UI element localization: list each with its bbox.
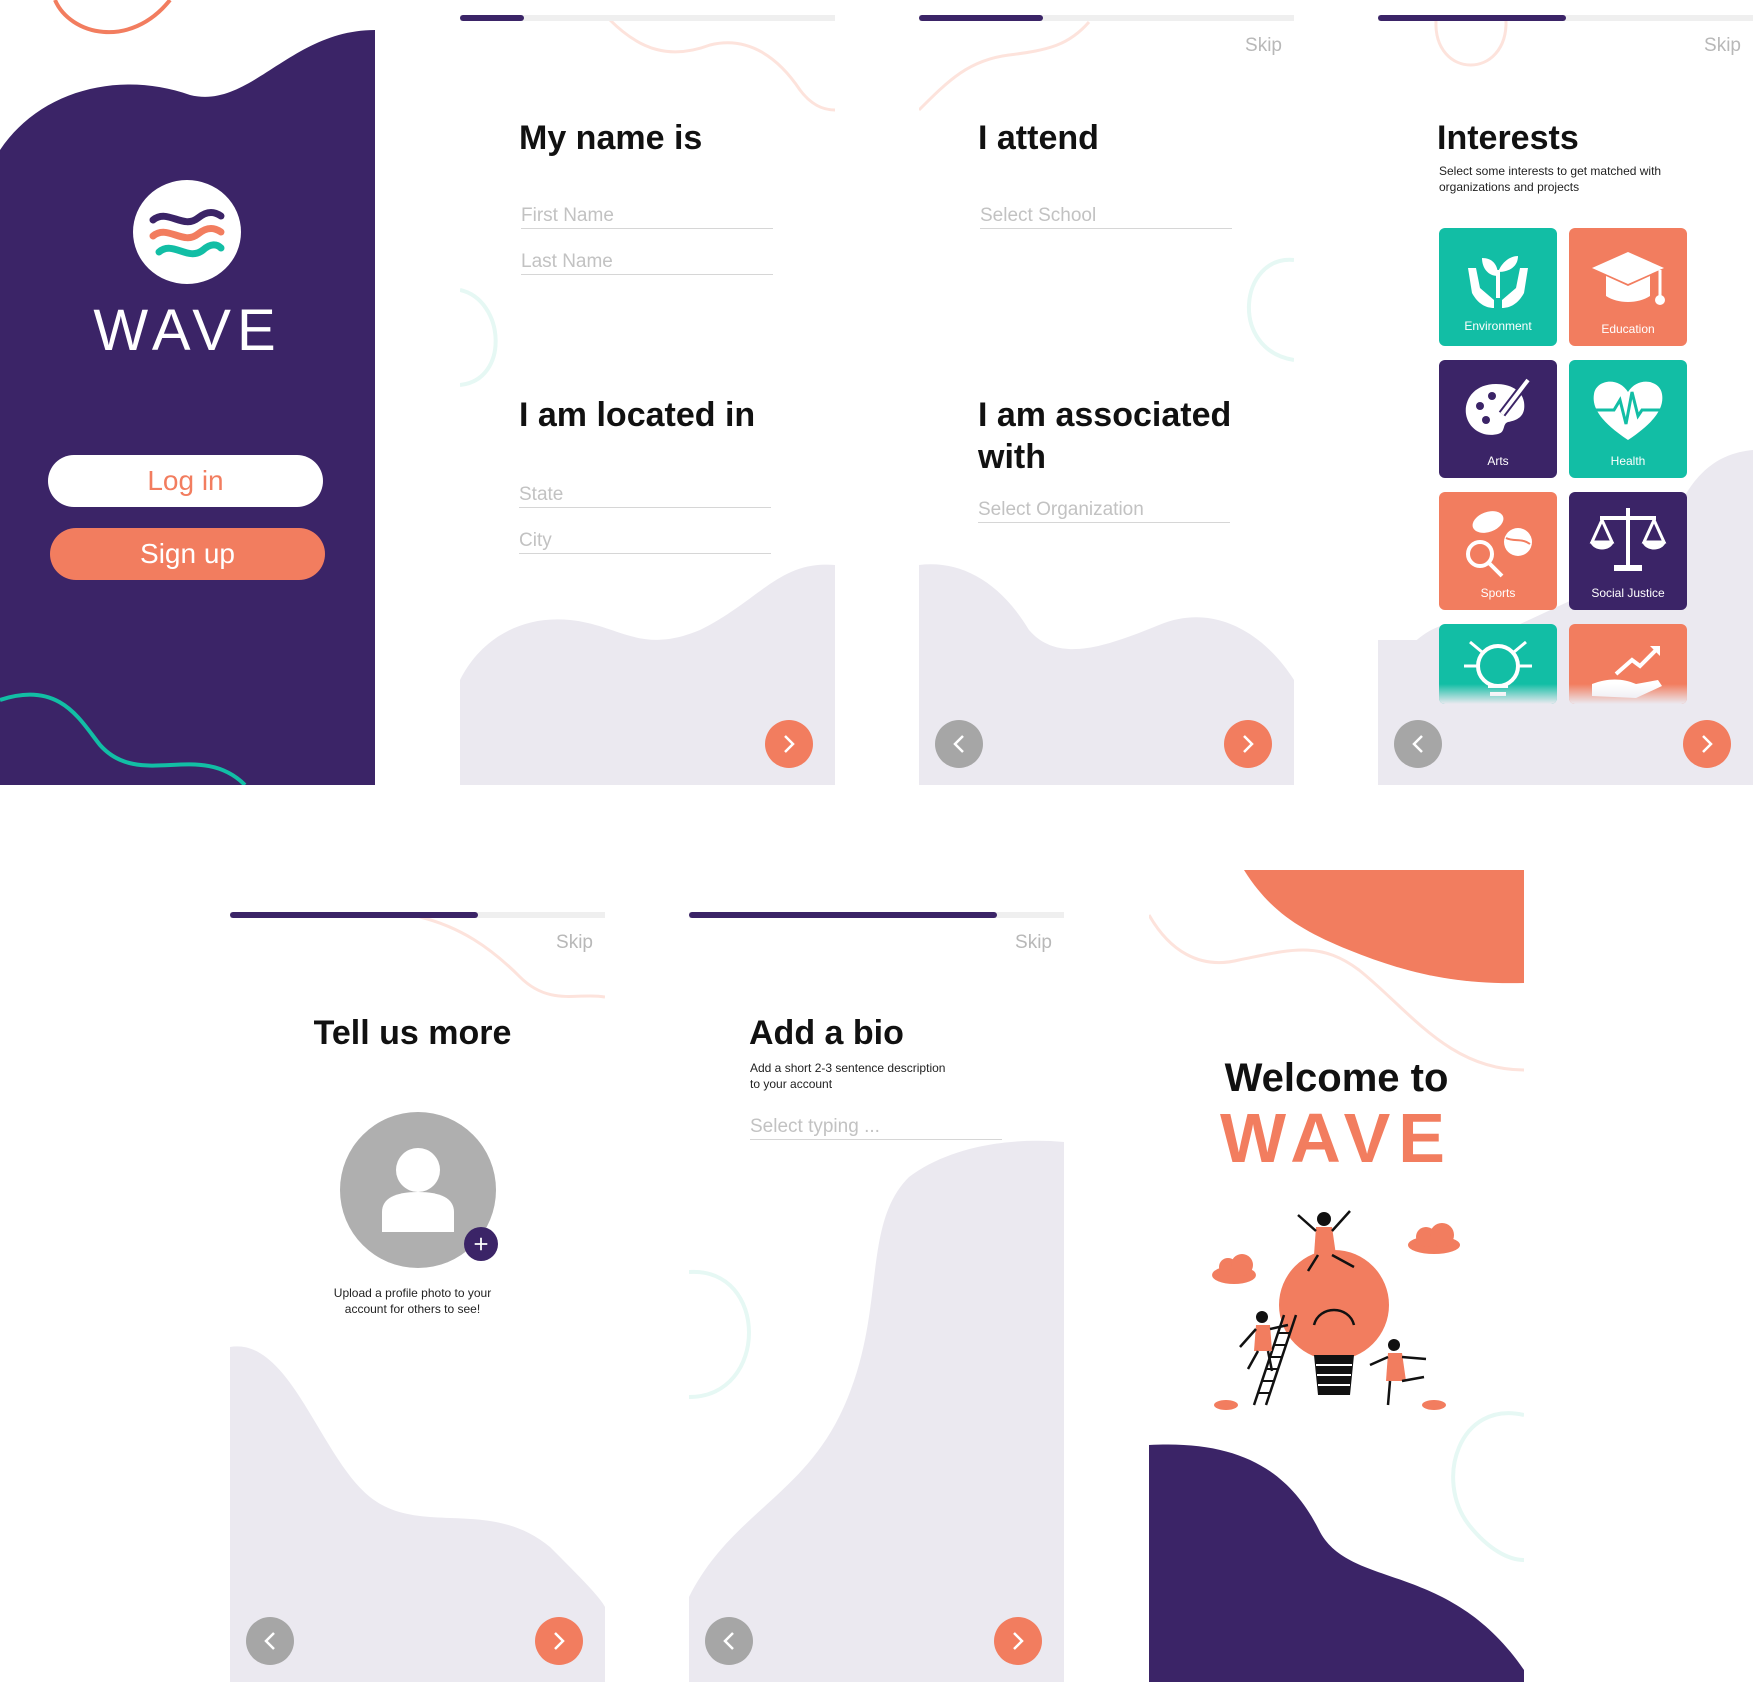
progress-fill	[230, 912, 478, 918]
tile-label: Education	[1601, 322, 1655, 336]
interest-tile-sports[interactable]: Sports	[1439, 492, 1557, 610]
next-button[interactable]	[535, 1617, 583, 1665]
next-button[interactable]	[1224, 720, 1272, 768]
page-title: My name is	[519, 119, 703, 157]
plus-icon	[474, 1237, 488, 1251]
welcome-line1: Welcome to	[1224, 1056, 1449, 1100]
interest-tile-finance[interactable]	[1569, 624, 1687, 704]
plant-hands-icon	[1468, 256, 1528, 308]
progress-fill	[689, 912, 997, 918]
tile-label: Environment	[1464, 319, 1532, 333]
skip-button[interactable]: Skip	[1704, 35, 1741, 57]
wave-logo-icon	[133, 180, 241, 284]
next-button[interactable]	[1683, 720, 1731, 768]
welcome-brand: WAVE	[1220, 1099, 1453, 1177]
progress-fill	[1378, 15, 1566, 21]
interest-tile-environment[interactable]: Environment	[1439, 228, 1557, 346]
page-title: Interests	[1437, 119, 1579, 157]
add-photo-button[interactable]	[464, 1227, 498, 1261]
skip-button[interactable]: Skip	[1245, 35, 1282, 57]
bio-screen: Skip Add a bio Add a short 2-3 sentence …	[689, 897, 1064, 1682]
login-background	[0, 0, 375, 785]
next-button[interactable]	[994, 1617, 1042, 1665]
progress-bar	[460, 15, 835, 21]
graduation-cap-icon	[1592, 252, 1665, 305]
chevron-right-icon	[1243, 735, 1254, 753]
back-button[interactable]	[935, 720, 983, 768]
interests-screen: Skip Interests Select some interests to …	[1378, 0, 1753, 785]
profile-photo-screen: Skip Tell us more Upload a profile photo…	[230, 897, 605, 1682]
interest-tile-social-justice[interactable]: Social Justice	[1569, 492, 1687, 610]
page-subtitle-line2: to your account	[750, 1077, 833, 1091]
organization-select[interactable]: Select Organization	[978, 499, 1230, 523]
back-button[interactable]	[1394, 720, 1442, 768]
login-screen: WAVE Log in Sign up	[0, 0, 375, 785]
back-button[interactable]	[246, 1617, 294, 1665]
progress-bar	[689, 912, 1064, 918]
login-button[interactable]: Log in	[48, 455, 323, 507]
sports-balls-icon	[1466, 511, 1532, 578]
interest-tile-arts[interactable]: Arts	[1439, 360, 1557, 478]
location-title: I am located in	[519, 396, 756, 434]
school-screen: Skip I attend Select School I am associa…	[919, 0, 1294, 785]
next-button[interactable]	[765, 720, 813, 768]
chevron-right-icon	[554, 1632, 565, 1650]
back-button[interactable]	[705, 1617, 753, 1665]
page-subtitle-line1: Add a short 2-3 sentence description	[750, 1061, 946, 1075]
page-subtitle: Select some interests to get matched wit…	[1439, 164, 1662, 194]
interest-tile-education[interactable]: Education	[1569, 228, 1687, 346]
tile-fade	[1569, 684, 1687, 704]
page-title: I attend	[978, 119, 1099, 157]
tile-label: Arts	[1487, 454, 1509, 468]
page-title: Add a bio	[749, 1014, 904, 1052]
tile-label: Sports	[1480, 586, 1516, 600]
city-input[interactable]: City	[519, 530, 771, 554]
progress-fill	[919, 15, 1043, 21]
interest-tile-technology[interactable]	[1439, 624, 1557, 704]
skip-button[interactable]: Skip	[1015, 932, 1052, 954]
progress-bar	[230, 912, 605, 918]
page-title: Tell us more	[313, 1014, 512, 1052]
tile-fade	[1439, 684, 1557, 704]
logo-text: WAVE	[93, 298, 282, 363]
lightbulb-people-illustration	[1212, 1210, 1460, 1410]
chevron-left-icon	[1412, 735, 1423, 753]
school-background	[919, 21, 1294, 785]
chevron-left-icon	[953, 735, 964, 753]
interest-tile-health[interactable]: Health	[1569, 360, 1687, 478]
name-screen: My name is First Name Last Name I am loc…	[460, 0, 835, 785]
last-name-input[interactable]: Last Name	[521, 251, 773, 275]
bio-input[interactable]: Select typing ...	[750, 1116, 1002, 1140]
chevron-left-icon	[723, 1632, 734, 1650]
chevron-right-icon	[1702, 735, 1713, 753]
chevron-left-icon	[264, 1632, 275, 1650]
association-title: I am associated with	[978, 396, 1232, 476]
progress-fill	[460, 15, 524, 21]
palette-icon	[1465, 377, 1532, 435]
welcome-screen: Welcome to WAVE	[1149, 870, 1524, 1682]
tile-label: Health	[1610, 454, 1646, 468]
signup-button[interactable]: Sign up	[50, 528, 325, 580]
school-select[interactable]: Select School	[980, 205, 1232, 229]
scales-icon	[1589, 508, 1667, 571]
progress-bar	[1378, 15, 1753, 21]
first-name-input[interactable]: First Name	[521, 205, 773, 229]
upload-hint-line2: account for others to see!	[344, 1302, 481, 1316]
state-input[interactable]: State	[519, 484, 771, 508]
chevron-right-icon	[1013, 1632, 1024, 1650]
tile-label: Social Justice	[1591, 586, 1665, 600]
chevron-right-icon	[784, 735, 795, 753]
skip-button[interactable]: Skip	[556, 932, 593, 954]
heartbeat-icon	[1593, 381, 1663, 440]
upload-hint-line1: Upload a profile photo to your	[333, 1286, 492, 1300]
progress-bar	[919, 15, 1294, 21]
